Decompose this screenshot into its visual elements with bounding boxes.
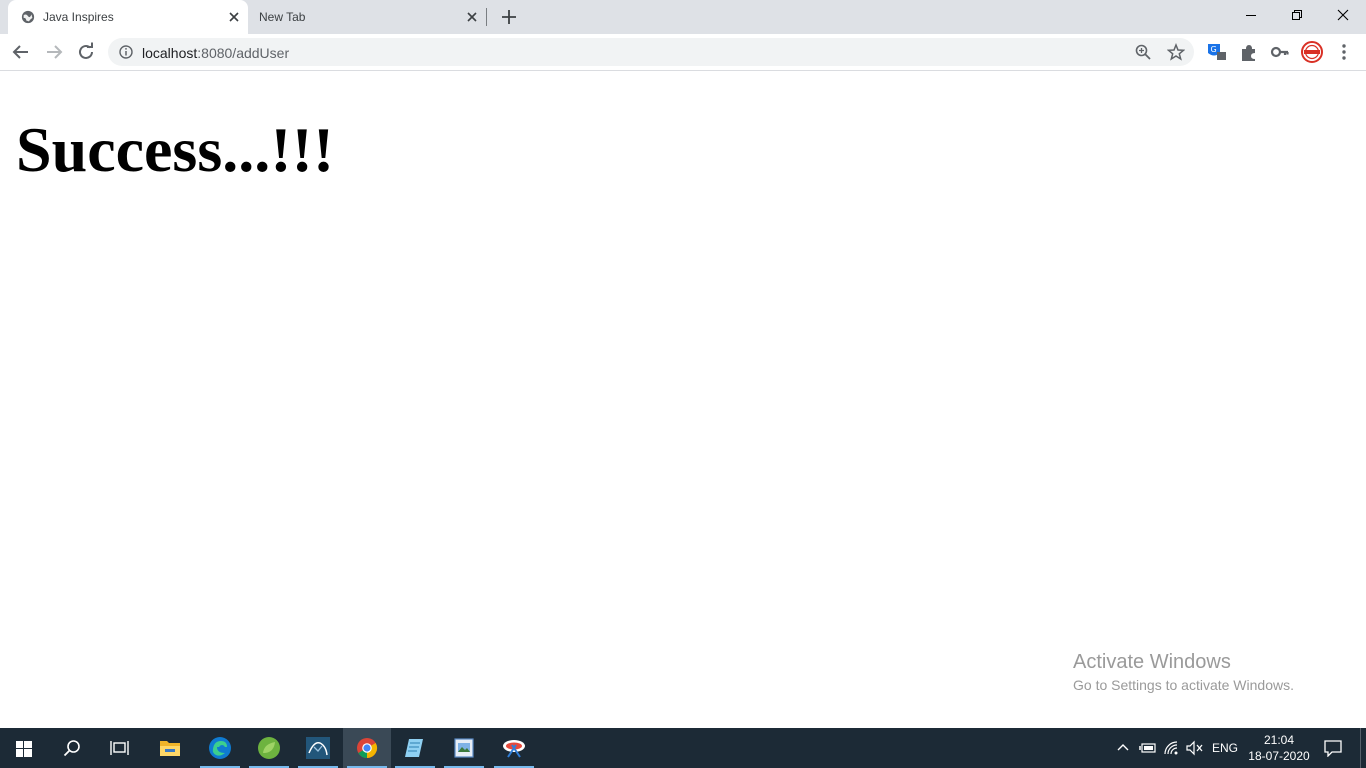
tab-java-inspires[interactable]: Java Inspires <box>8 0 248 34</box>
address-bar[interactable]: localhost:8080/addUser <box>108 38 1194 66</box>
task-view-button[interactable] <box>96 728 144 768</box>
tab-title: New Tab <box>259 10 306 24</box>
key-icon[interactable] <box>1269 41 1291 63</box>
globe-icon <box>21 10 35 24</box>
browser-toolbar: localhost:8080/addUser G <box>0 34 1366 71</box>
windows-taskbar: ENG 21:04 18-07-2020 <box>0 728 1366 768</box>
success-heading: Success...!!! <box>16 114 335 185</box>
show-desktop-button[interactable] <box>1360 728 1366 768</box>
more-menu-icon[interactable] <box>1333 41 1355 63</box>
close-tab-icon[interactable] <box>226 9 242 25</box>
speaker-muted-icon[interactable] <box>1186 740 1204 756</box>
restore-icon <box>1292 10 1302 20</box>
snipping-scissors-icon <box>503 740 525 758</box>
profile-avatar-icon[interactable] <box>1301 41 1323 63</box>
minimize-icon <box>1246 15 1256 16</box>
page-content: Success...!!! Activate Windows Go to Set… <box>0 71 1366 728</box>
url-host: localhost <box>142 45 198 61</box>
tab-title: Java Inspires <box>43 10 114 24</box>
tab-separator <box>486 8 487 26</box>
input-language-indicator[interactable]: ENG <box>1212 728 1238 768</box>
wifi-icon[interactable] <box>1163 740 1181 756</box>
translate-extension-icon[interactable]: G <box>1206 41 1228 63</box>
clock[interactable]: 21:04 18-07-2020 <box>1248 732 1310 764</box>
notifications-icon[interactable] <box>1324 739 1342 757</box>
notepad-icon <box>405 739 423 757</box>
chrome-app[interactable] <box>343 728 391 768</box>
chrome-icon <box>357 738 378 759</box>
restore-button[interactable] <box>1274 0 1320 30</box>
close-icon <box>1337 9 1349 21</box>
windows-logo-icon <box>16 741 32 757</box>
start-button[interactable] <box>0 728 48 768</box>
close-tab-icon[interactable] <box>464 9 480 25</box>
site-info-icon[interactable] <box>119 45 133 59</box>
minimize-button[interactable] <box>1228 0 1274 30</box>
search-button[interactable] <box>48 728 96 768</box>
activate-windows-title: Activate Windows <box>1073 651 1231 673</box>
clock-time: 21:04 <box>1263 733 1295 747</box>
battery-icon[interactable] <box>1139 740 1157 756</box>
url-path: :8080/addUser <box>197 45 290 61</box>
spring-tool-suite-app[interactable] <box>245 728 293 768</box>
zoom-icon[interactable] <box>1134 43 1152 61</box>
edge-browser-app[interactable] <box>196 728 244 768</box>
browser-tabstrip: Java Inspires New Tab <box>0 0 1366 34</box>
back-arrow-icon[interactable] <box>10 41 32 63</box>
svg-text:G: G <box>1211 45 1217 54</box>
new-tab-plus-icon[interactable] <box>499 7 519 27</box>
notepad-app[interactable] <box>391 728 439 768</box>
bookmark-star-icon[interactable] <box>1167 43 1185 61</box>
url-text[interactable]: localhost:8080/addUser <box>142 45 289 61</box>
clock-date: 18-07-2020 <box>1248 749 1310 763</box>
image-viewer-icon <box>454 738 474 758</box>
chevron-up-icon[interactable] <box>1116 741 1130 755</box>
task-view-icon <box>110 741 129 755</box>
extensions-puzzle-icon[interactable] <box>1238 41 1260 63</box>
snipping-tool-app[interactable] <box>490 728 538 768</box>
edge-icon <box>209 737 231 759</box>
file-explorer-app[interactable] <box>146 728 194 768</box>
close-window-button[interactable] <box>1320 0 1366 30</box>
forward-arrow-icon[interactable] <box>43 41 65 63</box>
reload-icon[interactable] <box>75 41 97 63</box>
photos-app[interactable] <box>440 728 488 768</box>
activate-windows-subtitle: Go to Settings to activate Windows. <box>1073 677 1294 693</box>
tab-new-tab[interactable]: New Tab <box>248 0 486 34</box>
folder-icon <box>160 741 180 756</box>
mysql-dolphin-icon <box>306 737 330 759</box>
spring-leaf-icon <box>258 737 280 759</box>
mysql-workbench-app[interactable] <box>294 728 342 768</box>
search-icon <box>63 740 80 757</box>
